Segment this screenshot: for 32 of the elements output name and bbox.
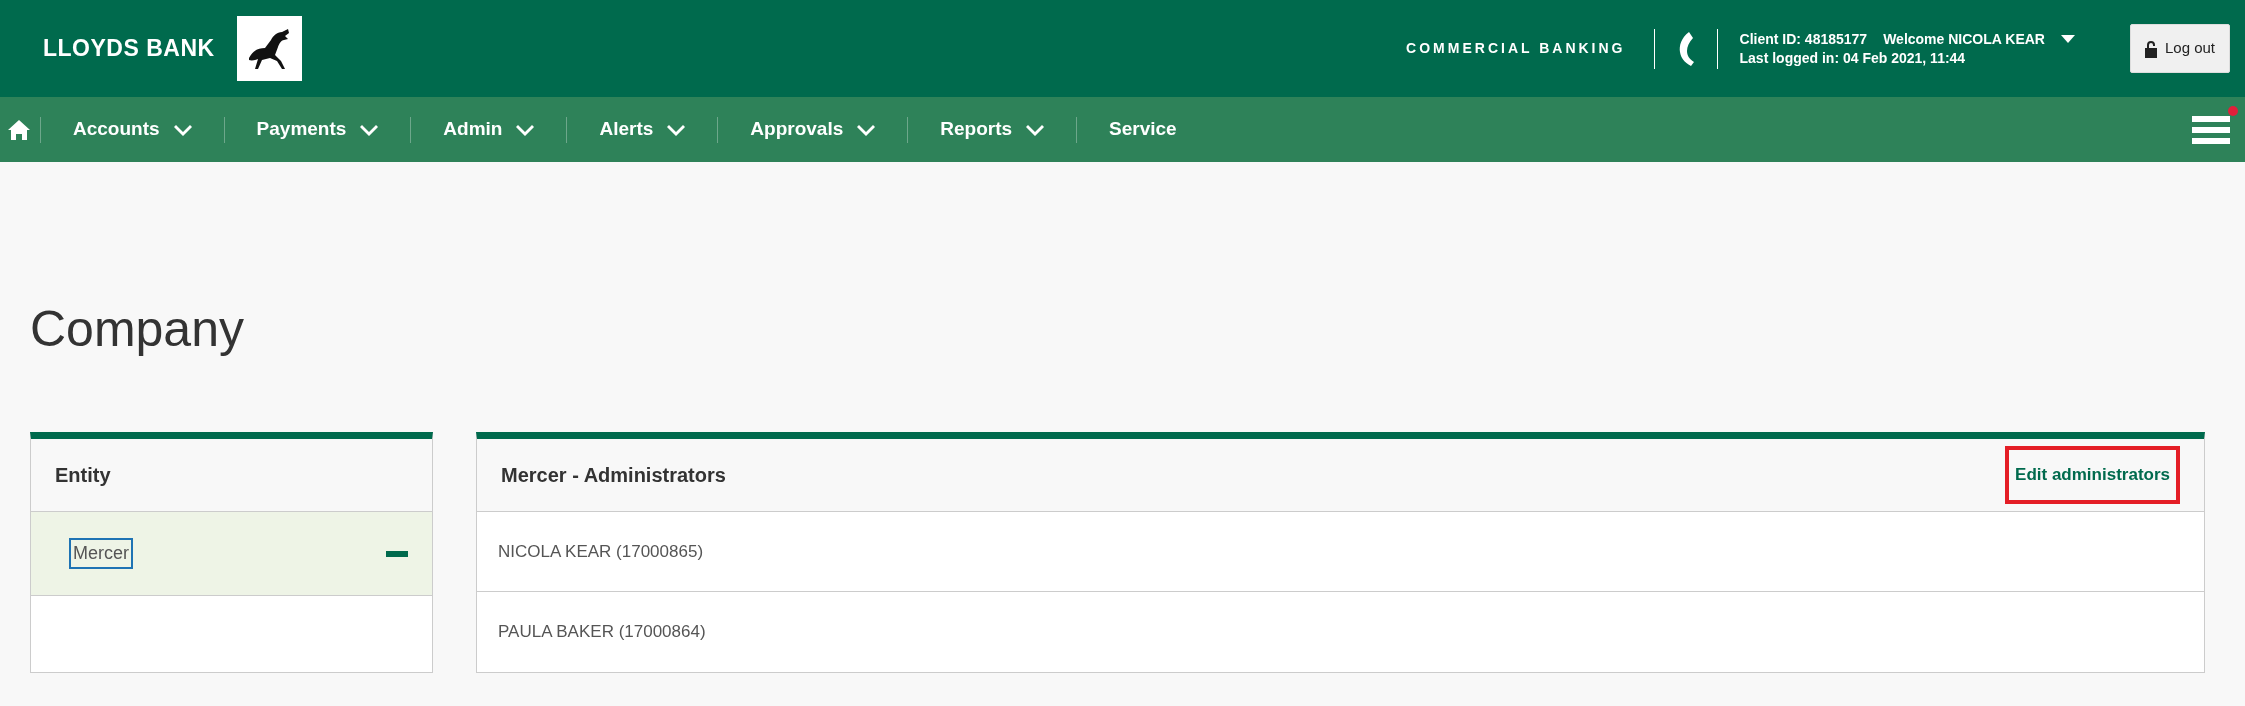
- entity-row[interactable]: Mercer: [31, 512, 432, 596]
- page-title: Company: [30, 300, 245, 359]
- client-id: Client ID: 48185177: [1739, 29, 1868, 49]
- chevron-icon[interactable]: [1026, 123, 1045, 136]
- welcome-user[interactable]: Welcome NICOLA KEAR: [1883, 29, 2045, 49]
- menu-icon[interactable]: [2192, 113, 2230, 146]
- chevron-icon[interactable]: [360, 123, 379, 136]
- home-icon[interactable]: [8, 119, 30, 140]
- administrator-name: NICOLA KEAR (17000865): [477, 512, 2204, 592]
- edit-administrators-link[interactable]: Edit administrators: [2005, 446, 2180, 504]
- caret-icon[interactable]: [2060, 35, 2075, 44]
- nav-tab[interactable]: Service: [1077, 97, 1209, 162]
- nav-tab[interactable]: Approvals: [718, 97, 908, 162]
- collapse-icon[interactable]: [386, 550, 408, 557]
- logout-button[interactable]: Log out: [2129, 24, 2230, 73]
- nav-tab[interactable]: Reports: [908, 97, 1077, 162]
- panel-title: Mercer - Administrators: [501, 463, 726, 488]
- chevron-icon[interactable]: [516, 123, 535, 136]
- nav-tab[interactable]: Alerts: [567, 97, 718, 162]
- chevron-icon[interactable]: [667, 123, 686, 136]
- administrator-name: PAULA BAKER (17000864): [497, 621, 707, 644]
- entity-name[interactable]: Mercer: [69, 538, 133, 569]
- nav-tab[interactable]: Payments: [224, 97, 411, 162]
- division-label: COMMERCIAL BANKING: [1406, 39, 1626, 58]
- chevron-icon[interactable]: [173, 123, 192, 136]
- padlock-icon[interactable]: [2144, 39, 2157, 58]
- chevron-icon[interactable]: [857, 123, 876, 136]
- brand-name: LLOYDS BANK: [43, 34, 215, 64]
- nav-tab[interactable]: Admin: [411, 97, 567, 162]
- nav-tab[interactable]: Accounts: [41, 97, 224, 162]
- last-logged-in: Last logged in: 04 Feb 2021, 11:44: [1739, 48, 1967, 68]
- panel-title: Entity: [55, 463, 111, 488]
